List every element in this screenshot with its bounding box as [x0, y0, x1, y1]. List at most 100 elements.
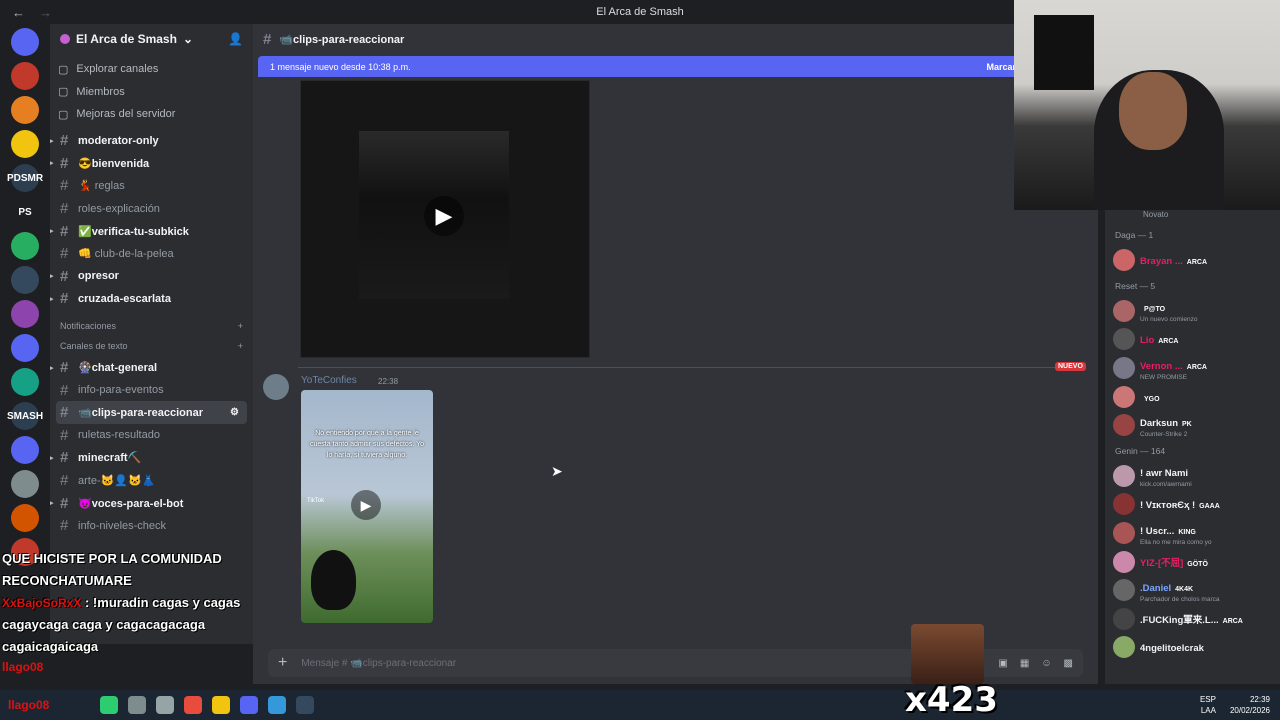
- server-icon[interactable]: [11, 436, 39, 464]
- add-channel-icon[interactable]: +: [238, 341, 243, 351]
- member-partial: Novato: [1143, 210, 1169, 219]
- channel-item[interactable]: ▶ # minecraft⛏️: [50, 447, 253, 470]
- channel-item[interactable]: # 👊 club-de-la-pelea: [50, 242, 253, 265]
- member-item[interactable]: P@TO Un nuevo comienzo: [1105, 297, 1280, 326]
- server-icon[interactable]: [11, 300, 39, 328]
- emoji-icon[interactable]: ☺: [1041, 658, 1051, 669]
- settings-icon[interactable]: ⚙: [230, 407, 239, 418]
- member-group-title: Reset — 5: [1115, 280, 1156, 291]
- server-icon[interactable]: PDSMR: [7, 164, 43, 192]
- member-item[interactable]: .FUCKing軍来.L... ARCA: [1105, 605, 1280, 634]
- mouse-cursor-icon: ➤: [551, 463, 563, 479]
- nav-item[interactable]: ▢ Mejoras del servidor: [58, 103, 245, 126]
- server-icon[interactable]: [11, 28, 39, 56]
- member-tag: GAAA: [1199, 503, 1220, 511]
- member-item[interactable]: YGO: [1105, 382, 1280, 411]
- chrome-icon[interactable]: [212, 696, 230, 714]
- tv-figure: [1034, 15, 1094, 90]
- channel-item[interactable]: # 📹clips-para-reaccionar ⚙: [56, 401, 247, 425]
- channel-item[interactable]: ▶ # moderator-only: [50, 130, 253, 153]
- chevron-down-icon: ⌄: [182, 32, 193, 46]
- server-header[interactable]: El Arca de Smash ⌄ 👤: [50, 24, 253, 54]
- server-icon[interactable]: [11, 504, 39, 532]
- sticker-icon[interactable]: ▦: [1020, 658, 1029, 669]
- chat-line-3: llago08: [2, 658, 282, 676]
- member-status: NEW PROMISE: [1140, 373, 1187, 381]
- member-item[interactable]: 4ngelitoelcrak: [1105, 633, 1280, 662]
- member-name: 4ngelitoelcrak: [1140, 643, 1204, 655]
- message-input[interactable]: Mensaje # 📹clips-para-reaccionar: [301, 658, 456, 669]
- server-icon[interactable]: [11, 334, 39, 362]
- member-item[interactable]: ! Uscr... KING Ella no me mira como yo: [1105, 519, 1280, 548]
- channel-item[interactable]: ▶ # opresor: [50, 265, 253, 288]
- play-icon[interactable]: ▶: [351, 490, 381, 520]
- mark-read-button[interactable]: Marcar: [986, 62, 1016, 72]
- channel-name: arte-🐱👤🐱👗: [78, 475, 156, 488]
- channel-item[interactable]: # info-niveles-check: [50, 514, 253, 537]
- channel-name: minecraft⛏️: [78, 452, 142, 465]
- nav-item[interactable]: ▢ Explorar canales: [58, 58, 245, 81]
- channel-item[interactable]: ▶ # ✅verifica-tu-subkick: [50, 220, 253, 243]
- member-name: ! awr Nami: [1140, 468, 1189, 480]
- member-item[interactable]: ! VɪᴋᴛᴏʀЄҳ ! GAAA: [1105, 490, 1280, 519]
- nav-item[interactable]: ▢ Miembros: [58, 81, 245, 104]
- member-item[interactable]: Lio ARCA: [1105, 325, 1280, 354]
- brave-icon[interactable]: [184, 696, 202, 714]
- member-item[interactable]: Darksun PK Counter-Strike 2: [1105, 411, 1280, 440]
- apps-icon[interactable]: ▩: [1064, 658, 1073, 669]
- new-divider: [298, 367, 1080, 368]
- gif-icon[interactable]: ▣: [998, 658, 1007, 669]
- server-icon[interactable]: [11, 96, 39, 124]
- server-icon[interactable]: [11, 130, 39, 158]
- channel-item[interactable]: ▶ # 😈voces-para-el-bot: [50, 492, 253, 515]
- play-app-icon[interactable]: [100, 696, 118, 714]
- server-icon[interactable]: PS: [11, 198, 39, 226]
- channel-item[interactable]: # info-para-eventos: [50, 379, 253, 402]
- channel-item[interactable]: # arte-🐱👤🐱👗: [50, 469, 253, 492]
- video-embed-1[interactable]: ▶: [300, 80, 590, 358]
- member-name: ! VɪᴋᴛᴏʀЄҳ !: [1140, 500, 1196, 512]
- member-item[interactable]: YIZ-[不屈] GÖTÖ: [1105, 547, 1280, 576]
- unread-dot-icon: ▶: [50, 454, 54, 462]
- server-icon[interactable]: [11, 232, 39, 260]
- vscode-icon[interactable]: [268, 696, 286, 714]
- category-canales-de-texto[interactable]: Canales de texto +: [50, 336, 253, 356]
- category-notificaciones[interactable]: Notificaciones +: [50, 310, 253, 336]
- member-item[interactable]: Vernon ... ARCA NEW PROMISE: [1105, 354, 1280, 383]
- channel-item[interactable]: # 💃 reglas: [50, 175, 253, 198]
- unread-dot-icon: ▶: [50, 500, 54, 508]
- video-embed-2[interactable]: No entiendo por qué a la gente le cuesta…: [301, 390, 433, 623]
- server-icon[interactable]: [11, 62, 39, 90]
- add-channel-icon[interactable]: +: [238, 321, 243, 331]
- server-icon[interactable]: SMASH: [7, 402, 43, 430]
- app-icon[interactable]: [128, 696, 146, 714]
- channel-item[interactable]: # roles-explicación: [50, 197, 253, 220]
- discord-icon[interactable]: [240, 696, 258, 714]
- member-status: kick.com/awrnami: [1140, 481, 1192, 489]
- message-author[interactable]: YoTeConfies: [301, 375, 357, 386]
- channel-item[interactable]: # ruletas-resultado: [50, 424, 253, 447]
- server-icon[interactable]: [11, 368, 39, 396]
- channel-name: roles-explicación: [78, 202, 160, 215]
- hash-icon: #: [60, 472, 69, 490]
- member-item[interactable]: ! awr Nami kick.com/awrnami: [1105, 462, 1280, 491]
- play-icon[interactable]: ▶: [424, 196, 464, 236]
- channel-item[interactable]: ▶ # cruzada-escarlata: [50, 288, 253, 311]
- add-member-icon[interactable]: 👤: [228, 32, 243, 46]
- language-indicator[interactable]: ESP LAA: [1200, 694, 1216, 716]
- app-icon[interactable]: [156, 696, 174, 714]
- channel-item[interactable]: ▶ # 🎡chat-general: [50, 356, 253, 379]
- avatar[interactable]: [263, 374, 289, 400]
- steam-icon[interactable]: [296, 696, 314, 714]
- channel-item[interactable]: ▶ # 😎bienvenida: [50, 152, 253, 175]
- member-item[interactable]: .Daniel 4K4K Parchador de cholos marca: [1105, 576, 1280, 605]
- chat-user: XxBajoSoRxX: [2, 596, 82, 610]
- member-name: ! Uscr...: [1140, 525, 1175, 537]
- unread-dot-icon: ▶: [50, 364, 54, 372]
- clock[interactable]: 22:39 20/02/2026: [1230, 694, 1270, 716]
- new-messages-banner[interactable]: 1 mensaje nuevo desde 10:38 p.m. Marcar: [258, 56, 1028, 77]
- server-icon[interactable]: [11, 266, 39, 294]
- member-item[interactable]: Brayan ... ARCA: [1105, 246, 1280, 275]
- nav-label: Mejoras del servidor: [76, 108, 176, 121]
- server-icon[interactable]: [11, 470, 39, 498]
